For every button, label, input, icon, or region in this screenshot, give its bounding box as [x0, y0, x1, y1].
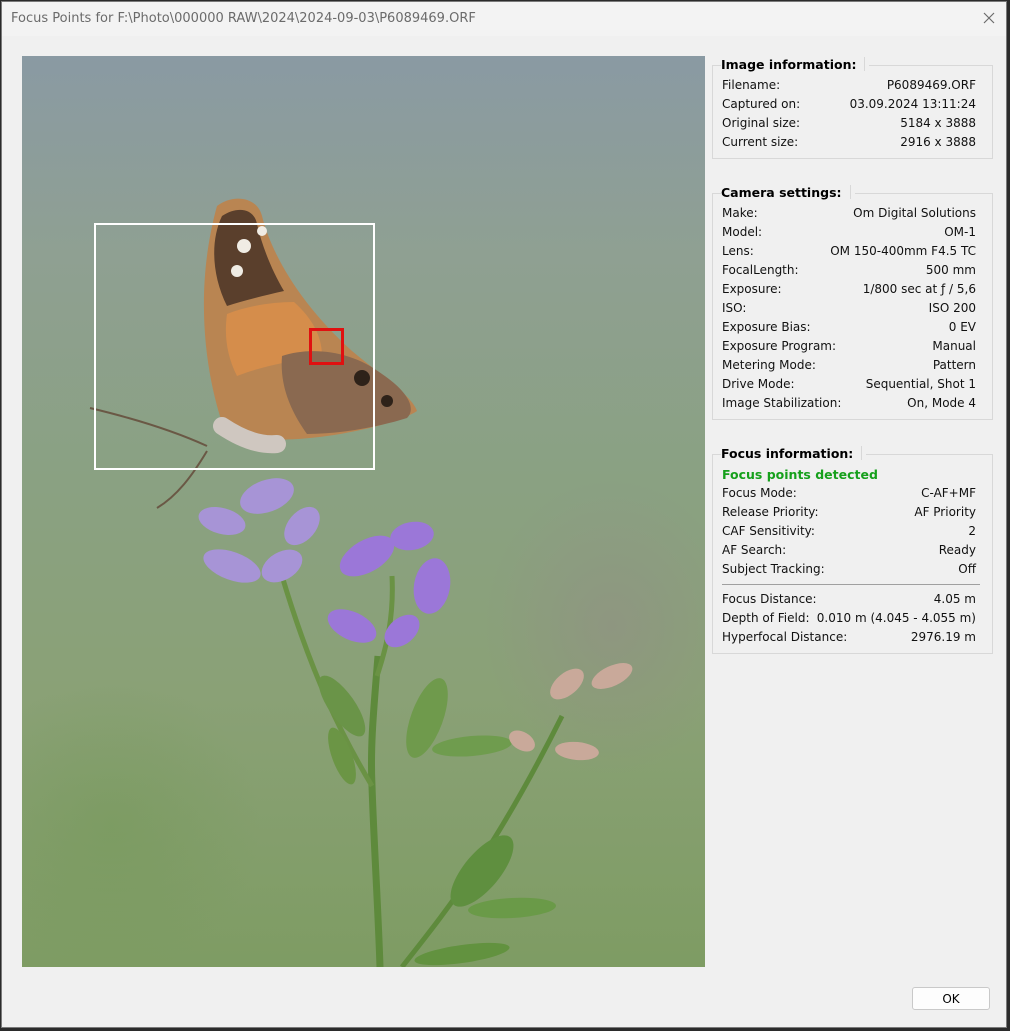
focus-label: Focus Distance: [722, 592, 817, 606]
info-row: Current size: 2916 x 3888 [722, 135, 976, 154]
setting-label: Exposure: [722, 282, 782, 296]
setting-row: Exposure Program: Manual [722, 339, 976, 358]
focus-points-dialog: Focus Points for F:\Photo\000000 RAW\202… [1, 1, 1007, 1028]
image-info-group: Image information: Filename: P6089469.ORF… [712, 57, 993, 159]
setting-row: Image Stabilization: On, Mode 4 [722, 396, 976, 415]
window-title: Focus Points for F:\Photo\000000 RAW\202… [11, 11, 476, 26]
setting-row: Metering Mode: Pattern [722, 358, 976, 377]
camera-settings-group: Camera settings: Make: Om Digital Solutio… [712, 185, 993, 420]
focus-row: Focus Mode: C-AF+MF [722, 486, 976, 505]
info-value: 5184 x 3888 [900, 116, 976, 130]
setting-label: Make: [722, 206, 758, 220]
info-value: 2916 x 3888 [900, 135, 976, 149]
focus-row: Focus Distance: 4.05 m [722, 592, 976, 611]
focus-row: Subject Tracking: Off [722, 562, 976, 581]
ok-button[interactable]: OK [912, 987, 990, 1010]
focus-separator [722, 584, 980, 585]
info-value: P6089469.ORF [886, 78, 976, 92]
image-info-title: Image information: [721, 57, 870, 72]
setting-row: ISO: ISO 200 [722, 301, 976, 320]
focus-value: Ready [938, 543, 976, 557]
close-button[interactable] [972, 2, 1006, 34]
info-label: Captured on: [722, 97, 801, 111]
setting-value: OM 150-400mm F4.5 TC [830, 244, 976, 258]
setting-row: FocalLength: 500 mm [722, 263, 976, 282]
info-label: Original size: [722, 116, 801, 130]
setting-row: Lens: OM 150-400mm F4.5 TC [722, 244, 976, 263]
title-bar: Focus Points for F:\Photo\000000 RAW\202… [2, 2, 1006, 36]
focus-row: Depth of Field: 0.010 m (4.045 - 4.055 m) [722, 611, 976, 630]
focus-value: C-AF+MF [921, 486, 976, 500]
setting-value: 1/800 sec at ƒ / 5,6 [862, 282, 976, 296]
setting-value: Sequential, Shot 1 [865, 377, 976, 391]
focus-label: Release Priority: [722, 505, 819, 519]
focus-row: Release Priority: AF Priority [722, 505, 976, 524]
focus-status: Focus points detected [722, 467, 878, 482]
focus-label: AF Search: [722, 543, 787, 557]
setting-label: Exposure Bias: [722, 320, 811, 334]
focus-label: Subject Tracking: [722, 562, 825, 576]
focus-value: Off [958, 562, 976, 576]
focus-row: Hyperfocal Distance: 2976.19 m [722, 630, 976, 649]
camera-settings-title: Camera settings: [721, 185, 855, 200]
info-row: Captured on: 03.09.2024 13:11:24 [722, 97, 976, 116]
setting-label: Drive Mode: [722, 377, 795, 391]
af-point-marker [309, 328, 344, 365]
focus-label: Focus Mode: [722, 486, 797, 500]
focus-row: CAF Sensitivity: 2 [722, 524, 976, 543]
setting-row: Make: Om Digital Solutions [722, 206, 976, 225]
close-icon [983, 12, 995, 24]
focus-value: 2976.19 m [910, 630, 976, 644]
info-label: Filename: [722, 78, 781, 92]
setting-value: On, Mode 4 [907, 396, 976, 410]
focus-value: 0.010 m (4.045 - 4.055 m) [816, 611, 976, 625]
setting-value: Om Digital Solutions [853, 206, 976, 220]
setting-value: Manual [932, 339, 976, 353]
setting-value: Pattern [932, 358, 976, 372]
setting-value: ISO 200 [928, 301, 976, 315]
setting-label: Model: [722, 225, 763, 239]
info-row: Filename: P6089469.ORF [722, 78, 976, 97]
setting-row: Drive Mode: Sequential, Shot 1 [722, 377, 976, 396]
setting-row: Model: OM-1 [722, 225, 976, 244]
setting-value: 500 mm [925, 263, 976, 277]
setting-value: OM-1 [944, 225, 976, 239]
focus-label: Depth of Field: [722, 611, 810, 625]
info-label: Current size: [722, 135, 799, 149]
focus-label: Hyperfocal Distance: [722, 630, 848, 644]
photo-preview [22, 56, 705, 967]
setting-label: FocalLength: [722, 263, 799, 277]
setting-value: 0 EV [948, 320, 976, 334]
setting-label: Image Stabilization: [722, 396, 842, 410]
focus-info-group: Focus information: Focus points detected… [712, 446, 993, 654]
focus-value: 2 [968, 524, 976, 538]
focus-value: AF Priority [914, 505, 976, 519]
info-value: 03.09.2024 13:11:24 [849, 97, 976, 111]
setting-label: ISO: [722, 301, 747, 315]
setting-row: Exposure: 1/800 sec at ƒ / 5,6 [722, 282, 976, 301]
setting-label: Metering Mode: [722, 358, 816, 372]
focus-value: 4.05 m [933, 592, 976, 606]
focus-info-title: Focus information: [721, 446, 867, 461]
focus-row: AF Search: Ready [722, 543, 976, 562]
setting-label: Exposure Program: [722, 339, 837, 353]
info-row: Original size: 5184 x 3888 [722, 116, 976, 135]
setting-row: Exposure Bias: 0 EV [722, 320, 976, 339]
focus-label: CAF Sensitivity: [722, 524, 815, 538]
setting-label: Lens: [722, 244, 754, 258]
photo-subject [89, 198, 633, 967]
